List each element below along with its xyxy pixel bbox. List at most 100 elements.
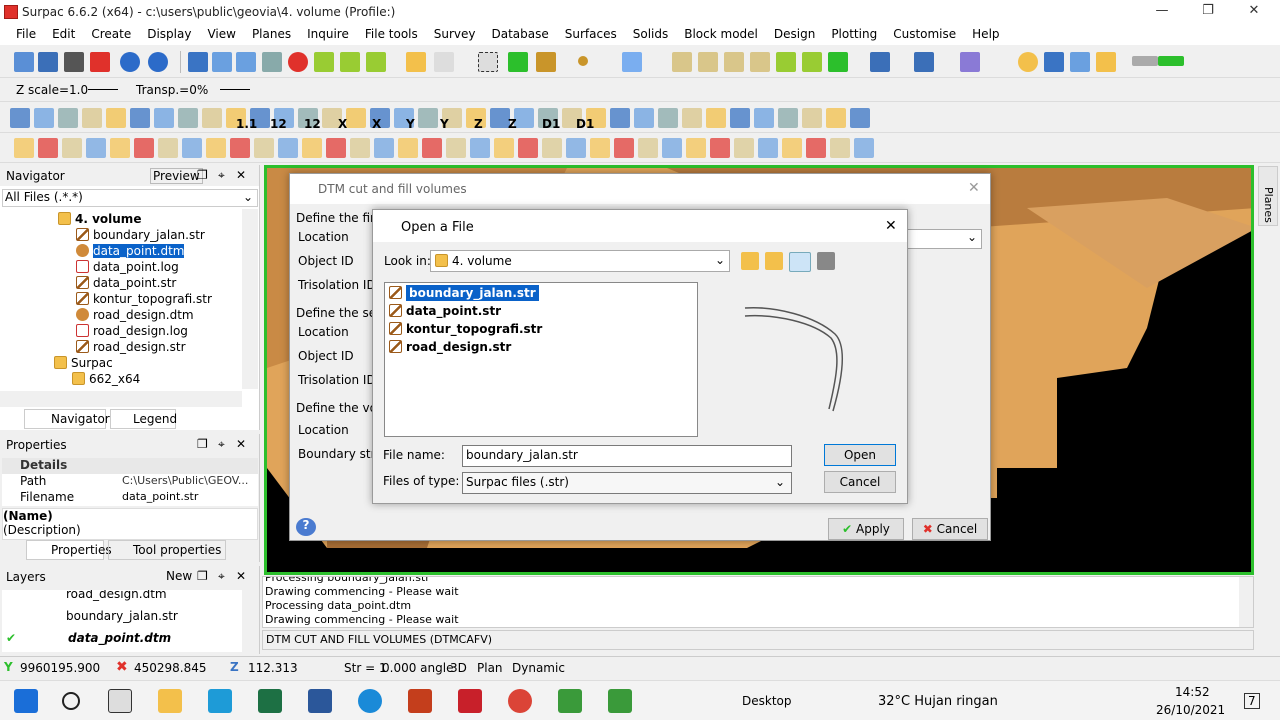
- tool-icon[interactable]: [34, 108, 54, 128]
- menu-item[interactable]: Design: [766, 24, 823, 45]
- pin-icon[interactable]: ⌖: [218, 569, 225, 584]
- menu-item[interactable]: Plotting: [823, 24, 885, 45]
- chrome-icon[interactable]: [508, 689, 532, 713]
- tree-item[interactable]: boundary_jalan.str: [76, 227, 205, 243]
- tool-icon[interactable]: [782, 138, 802, 158]
- details-view-icon[interactable]: [817, 252, 835, 270]
- tool-icon[interactable]: [86, 138, 106, 158]
- tool-icon[interactable]: [590, 138, 610, 158]
- new-folder-icon[interactable]: [765, 252, 783, 270]
- tool-icon[interactable]: [802, 108, 822, 128]
- file-list-item[interactable]: boundary_jalan.str: [389, 285, 539, 301]
- tree-item[interactable]: kontur_topografi.str: [76, 291, 212, 307]
- tree-item[interactable]: data_point.log: [76, 259, 179, 275]
- rotate-icon[interactable]: [406, 52, 426, 72]
- tool-icon[interactable]: [706, 108, 726, 128]
- tool-icon[interactable]: [638, 138, 658, 158]
- segment-icon[interactable]: [622, 52, 642, 72]
- tool-icon[interactable]: [754, 108, 774, 128]
- tool-icon[interactable]: [806, 138, 826, 158]
- tool-icon[interactable]: [542, 138, 562, 158]
- tool-icon[interactable]: [826, 108, 846, 128]
- close-icon[interactable]: ✕: [236, 437, 246, 451]
- tool-label[interactable]: 1.1: [236, 117, 257, 131]
- mode-dynamic[interactable]: Dynamic: [512, 661, 565, 675]
- tool-icon[interactable]: [182, 138, 202, 158]
- new-icon[interactable]: [14, 52, 34, 72]
- tool-icon[interactable]: [490, 108, 510, 128]
- string-icon[interactable]: [828, 52, 848, 72]
- layers-scrollbar[interactable]: [242, 590, 258, 652]
- tool-icon[interactable]: [346, 108, 366, 128]
- help-icon[interactable]: ?: [296, 518, 316, 536]
- tool-icon[interactable]: [110, 138, 130, 158]
- transparency-label[interactable]: Transp.=0%: [136, 83, 208, 97]
- apply-button[interactable]: ✔ Apply: [828, 518, 904, 540]
- layer-item[interactable]: road_design.dtm: [66, 590, 167, 602]
- look-in-select[interactable]: 4. volume ⌄: [430, 250, 730, 272]
- tool-label[interactable]: D1: [576, 117, 594, 131]
- zscale-slider[interactable]: [88, 89, 118, 90]
- close-icon[interactable]: ✕: [236, 168, 246, 182]
- string-icon[interactable]: [672, 52, 692, 72]
- tool-icon[interactable]: [202, 108, 222, 128]
- toggle-icon[interactable]: [1132, 56, 1158, 66]
- tool-icon[interactable]: [518, 138, 538, 158]
- file-explorer-icon[interactable]: [158, 689, 182, 713]
- tool-label[interactable]: 12: [304, 117, 321, 131]
- pencil-icon[interactable]: [960, 52, 980, 72]
- message-scrollbar[interactable]: [1239, 577, 1253, 627]
- transparency-slider[interactable]: [220, 89, 250, 90]
- tab-legend[interactable]: Legend: [110, 409, 177, 429]
- tool-icon[interactable]: [62, 138, 82, 158]
- preview-button[interactable]: Preview: [150, 168, 203, 184]
- windows-start-icon[interactable]: [14, 689, 38, 713]
- tool-icon[interactable]: [14, 138, 34, 158]
- tool-icon[interactable]: [610, 108, 630, 128]
- tree-item[interactable]: 662_x64: [72, 371, 140, 387]
- display-icon[interactable]: [914, 52, 934, 72]
- string-icon[interactable]: [802, 52, 822, 72]
- menu-item[interactable]: Database: [484, 24, 557, 45]
- float-icon[interactable]: ❐: [197, 168, 208, 182]
- menu-item[interactable]: File: [8, 24, 44, 45]
- tool-label[interactable]: Z: [474, 117, 483, 131]
- edge-icon[interactable]: [358, 689, 382, 713]
- weather-label[interactable]: 32°C Hujan ringan: [878, 694, 998, 709]
- light-icon[interactable]: [1018, 52, 1038, 72]
- tool-icon[interactable]: [134, 138, 154, 158]
- tool-icon[interactable]: [634, 108, 654, 128]
- tool-icon[interactable]: [470, 138, 490, 158]
- tool-icon[interactable]: [326, 138, 346, 158]
- file-list-item[interactable]: road_design.str: [389, 339, 511, 355]
- tool-icon[interactable]: [58, 108, 78, 128]
- tool-icon[interactable]: [374, 138, 394, 158]
- navigator-scrollbar[interactable]: [242, 209, 258, 389]
- move-icon[interactable]: [508, 52, 528, 72]
- pdf-icon[interactable]: [458, 689, 482, 713]
- point-icon[interactable]: [578, 56, 588, 66]
- cancel-function-icon[interactable]: [90, 52, 110, 72]
- redo-icon[interactable]: [148, 52, 168, 72]
- menu-item[interactable]: Display: [139, 24, 199, 45]
- zoom-in-icon[interactable]: [212, 52, 232, 72]
- solid-icon[interactable]: [1070, 52, 1090, 72]
- tree-item[interactable]: road_design.log: [76, 323, 188, 339]
- string-icon[interactable]: [776, 52, 796, 72]
- tool-icon[interactable]: [614, 138, 634, 158]
- tool-icon[interactable]: [514, 108, 534, 128]
- menu-item[interactable]: Create: [83, 24, 139, 45]
- pin-icon[interactable]: ⌖: [218, 437, 225, 452]
- string-icon[interactable]: [698, 52, 718, 72]
- tree-item[interactable]: 4. volume: [58, 211, 141, 227]
- tool-icon[interactable]: [158, 138, 178, 158]
- tool-icon[interactable]: [422, 138, 442, 158]
- tree-item[interactable]: road_design.dtm: [76, 307, 194, 323]
- tab-navigator[interactable]: Navigator: [24, 409, 110, 429]
- tool-icon[interactable]: [398, 138, 418, 158]
- toggle-icon[interactable]: [1158, 56, 1184, 66]
- menu-item[interactable]: View: [199, 24, 243, 45]
- save-icon[interactable]: [38, 52, 58, 72]
- axis-icon[interactable]: [340, 52, 360, 72]
- filename-input[interactable]: boundary_jalan.str: [462, 445, 792, 467]
